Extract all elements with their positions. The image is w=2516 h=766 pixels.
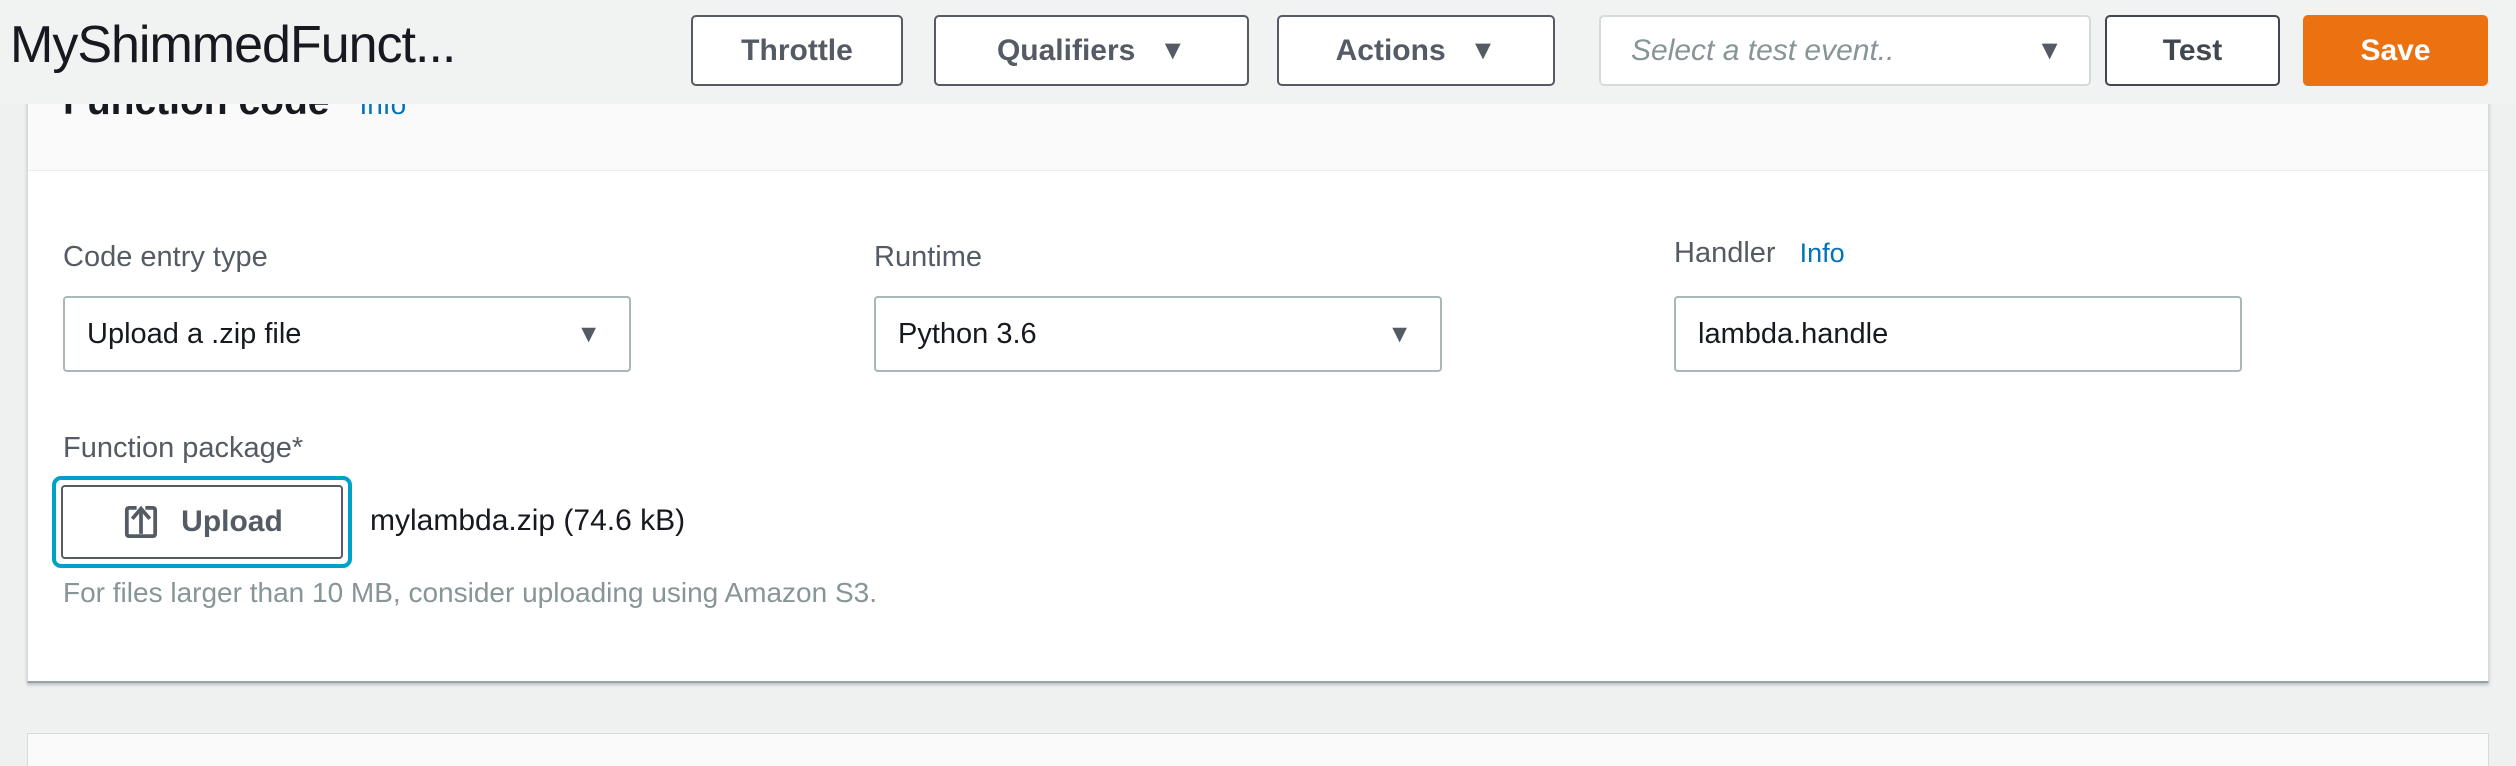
save-button[interactable]: Save <box>2303 15 2488 86</box>
caret-down-icon: ▼ <box>1470 37 1497 64</box>
upload-button[interactable]: Upload <box>61 485 343 559</box>
code-entry-type-value: Upload a .zip file <box>87 318 301 351</box>
caret-down-icon: ▼ <box>1387 322 1412 347</box>
code-entry-type-select[interactable]: Upload a .zip file ▼ <box>63 296 631 372</box>
caret-down-icon: ▼ <box>1159 37 1186 64</box>
handler-label-row: Handler Info <box>1674 237 1845 270</box>
runtime-select[interactable]: Python 3.6 ▼ <box>874 296 1442 372</box>
function-code-card: Function code Info Code entry type Uploa… <box>27 60 2489 683</box>
handler-label: Handler <box>1674 237 1776 270</box>
code-entry-type-label: Code entry type <box>63 241 268 274</box>
upload-icon <box>121 502 161 542</box>
function-package-label: Function package* <box>63 432 303 465</box>
caret-down-icon: ▼ <box>576 322 601 347</box>
runtime-value: Python 3.6 <box>898 318 1037 351</box>
handler-input[interactable] <box>1674 296 2242 372</box>
qualifiers-button-label: Qualifiers <box>997 34 1135 68</box>
test-event-select[interactable]: Select a test event.. ▼ <box>1599 15 2091 86</box>
handler-info-link[interactable]: Info <box>1800 238 1845 269</box>
actions-dropdown-button[interactable]: Actions ▼ <box>1277 15 1555 86</box>
upload-button-label: Upload <box>181 505 283 539</box>
actions-button-label: Actions <box>1336 34 1446 68</box>
save-button-label: Save <box>2360 34 2430 68</box>
test-button-label: Test <box>2163 34 2222 68</box>
test-button[interactable]: Test <box>2105 15 2280 86</box>
next-section-card <box>27 733 2489 766</box>
test-event-placeholder: Select a test event.. <box>1631 34 1894 68</box>
upload-help-text: For files larger than 10 MB, consider up… <box>63 577 877 609</box>
throttle-button[interactable]: Throttle <box>691 15 903 86</box>
function-header-bar: MyShimmedFunct... Throttle Qualifiers ▼ … <box>0 0 2516 104</box>
qualifiers-dropdown-button[interactable]: Qualifiers ▼ <box>934 15 1249 86</box>
uploaded-file-info: mylambda.zip (74.6 kB) <box>370 504 685 538</box>
throttle-button-label: Throttle <box>741 34 853 68</box>
function-name-title: MyShimmedFunct... <box>10 14 455 76</box>
runtime-label: Runtime <box>874 241 982 274</box>
upload-button-focus-ring: Upload <box>52 476 352 568</box>
caret-down-icon: ▼ <box>2036 37 2063 64</box>
